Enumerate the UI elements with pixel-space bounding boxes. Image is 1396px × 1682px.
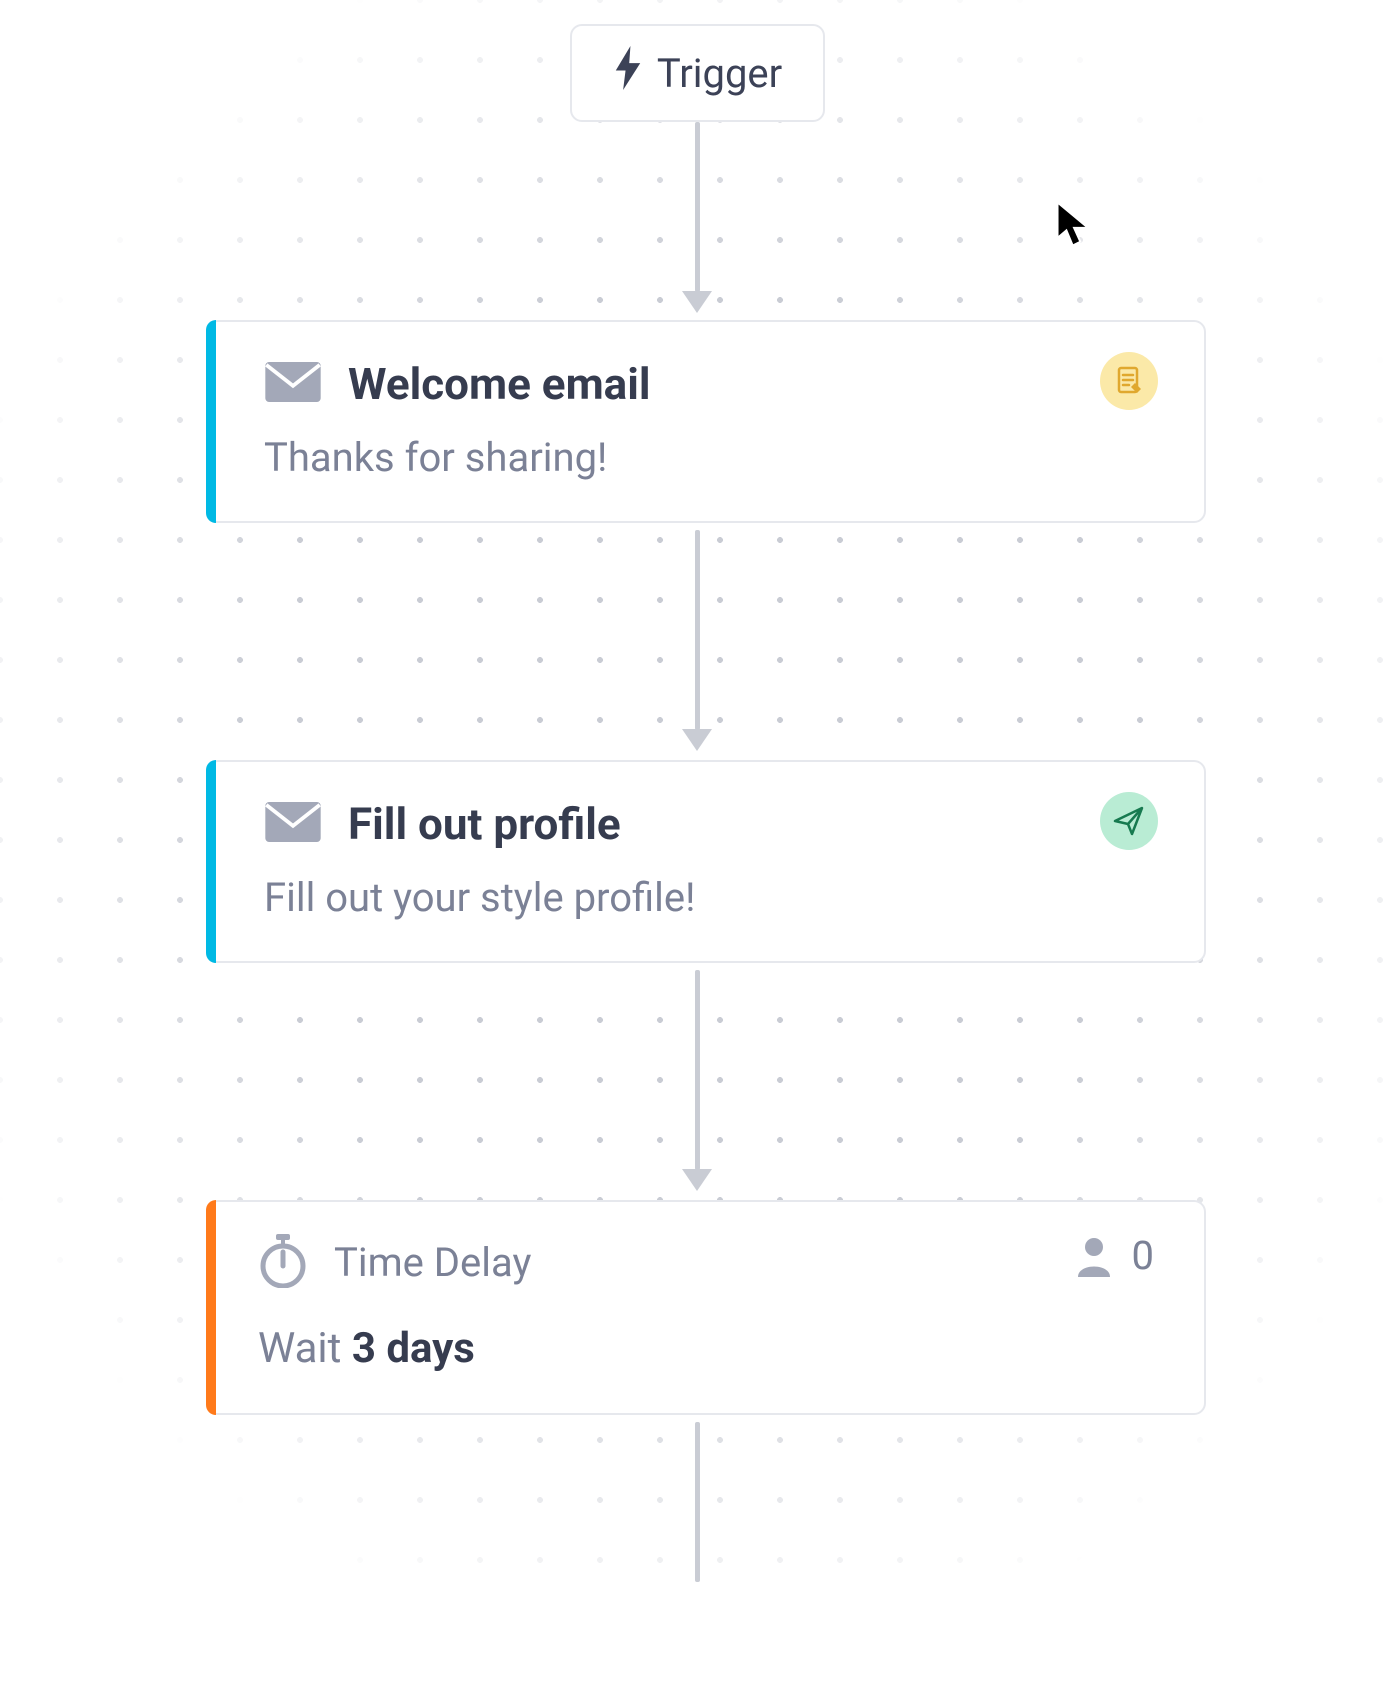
trigger-node[interactable]: Trigger [570, 24, 825, 122]
email-node-welcome[interactable]: Welcome email Thanks for sharing! [206, 320, 1206, 523]
node-accent-stripe [206, 1200, 216, 1415]
node-subtitle: Thanks for sharing! [264, 434, 1160, 481]
lightning-icon [613, 46, 643, 100]
sent-badge [1100, 792, 1158, 850]
trigger-label: Trigger [657, 50, 782, 97]
node-accent-stripe [206, 320, 216, 523]
draft-badge [1100, 352, 1158, 410]
envelope-icon [264, 361, 322, 407]
contact-count: 0 [1074, 1232, 1154, 1279]
contact-count-value: 0 [1132, 1232, 1154, 1279]
person-icon [1074, 1235, 1114, 1277]
time-delay-node[interactable]: Time Delay 0 Wait 3 days [206, 1200, 1206, 1415]
email-node-profile[interactable]: Fill out profile Fill out your style pro… [206, 760, 1206, 963]
node-title: Welcome email [348, 358, 651, 410]
envelope-icon [264, 801, 322, 847]
node-title: Fill out profile [348, 798, 621, 850]
node-accent-stripe [206, 760, 216, 963]
stopwatch-icon [258, 1232, 308, 1292]
cursor-icon [1054, 200, 1094, 248]
node-subtitle: Fill out your style profile! [264, 874, 1160, 921]
delay-wait-text: Wait 3 days [258, 1324, 1160, 1373]
delay-label: Time Delay [334, 1239, 531, 1286]
